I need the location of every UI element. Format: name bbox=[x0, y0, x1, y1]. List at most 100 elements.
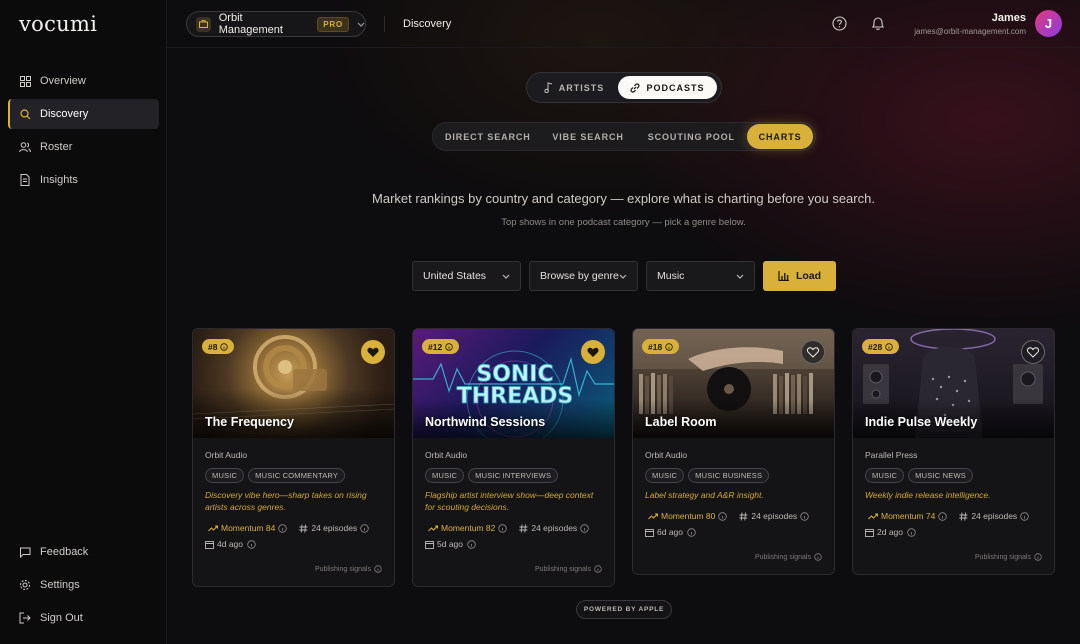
tab-vibe-search[interactable]: VIBE SEARCH bbox=[541, 124, 636, 149]
sidebar-item-feedback[interactable]: Feedback bbox=[8, 537, 159, 567]
sidebar-item-label: Settings bbox=[40, 579, 80, 591]
podcast-card[interactable]: #8 The Frequency Orbit Audio MUSIC MUSIC… bbox=[192, 328, 395, 587]
info-icon[interactable] bbox=[907, 527, 916, 537]
sidebar-item-label: Sign Out bbox=[40, 612, 83, 624]
workspace-switcher[interactable]: Orbit Management PRO bbox=[186, 11, 366, 37]
powered-by-badge: POWERED BY APPLE bbox=[576, 600, 672, 619]
info-icon bbox=[445, 342, 453, 351]
podcast-description: Weekly indie release intelligence. bbox=[865, 490, 991, 500]
sidebar-item-label: Feedback bbox=[40, 546, 89, 558]
info-icon[interactable] bbox=[360, 523, 369, 533]
age-value: 4d ago bbox=[217, 539, 243, 549]
browse-mode-value: Browse by genre bbox=[540, 270, 619, 282]
bell-icon[interactable] bbox=[871, 16, 885, 36]
sidebar-item-insights[interactable]: Insights bbox=[8, 165, 159, 195]
top-bar: Orbit Management PRO Discovery James jam… bbox=[167, 0, 1080, 48]
info-icon[interactable] bbox=[467, 539, 476, 549]
info-icon bbox=[220, 342, 229, 351]
chevron-down-icon bbox=[619, 274, 627, 279]
episodes-value: 24 episodes bbox=[751, 511, 798, 521]
trending-up-icon bbox=[208, 525, 218, 531]
artists-podcasts-toggle: ARTISTS PODCASTS bbox=[526, 72, 722, 103]
episodes-value: 24 episodes bbox=[531, 523, 578, 533]
chat-icon bbox=[19, 546, 31, 558]
podcast-title: Northwind Sessions bbox=[425, 415, 546, 429]
podcast-publisher: Orbit Audio bbox=[425, 450, 468, 460]
country-select[interactable]: United States bbox=[412, 261, 521, 291]
info-icon[interactable] bbox=[278, 523, 288, 533]
podcasts-toggle-label: PODCASTS bbox=[646, 82, 705, 93]
sidebar-item-discovery[interactable]: Discovery bbox=[8, 99, 159, 129]
podcast-publisher: Orbit Audio bbox=[645, 450, 688, 460]
sidebar-item-sign-out[interactable]: Sign Out bbox=[8, 603, 159, 633]
momentum-stat: Momentum 80 bbox=[645, 511, 715, 521]
info-icon bbox=[814, 553, 822, 561]
podcast-card-body: Parallel Press MUSIC MUSIC NEWS Weekly i… bbox=[853, 438, 1054, 537]
genre-select[interactable]: Music bbox=[646, 261, 755, 291]
info-icon[interactable] bbox=[580, 523, 589, 533]
chevron-down-icon bbox=[736, 274, 744, 279]
avatar[interactable]: J bbox=[1035, 10, 1062, 37]
chevron-down-icon bbox=[357, 18, 365, 30]
info-icon[interactable] bbox=[498, 523, 508, 533]
podcast-stats: Momentum 80 24 episodes bbox=[645, 511, 822, 521]
podcast-stats: Momentum 82 24 episodes bbox=[425, 523, 602, 533]
sidebar-item-settings[interactable]: Settings bbox=[8, 570, 159, 600]
grid-icon bbox=[19, 75, 31, 87]
rank-badge: #12 bbox=[422, 339, 460, 354]
tab-charts[interactable]: CHARTS bbox=[747, 124, 813, 149]
load-button[interactable]: Load bbox=[763, 261, 836, 291]
trending-up-icon bbox=[428, 525, 438, 531]
favorite-button[interactable] bbox=[581, 340, 605, 364]
podcast-card[interactable]: SONIC THREADS #12 Northwind Sessions Orb… bbox=[412, 328, 615, 587]
momentum-value: Momentum 82 bbox=[441, 523, 496, 533]
signals-label: Publishing signals bbox=[754, 553, 811, 561]
calendar-icon bbox=[865, 528, 874, 537]
genre-tag: MUSIC NEWS bbox=[908, 468, 973, 483]
favorite-button[interactable] bbox=[801, 340, 825, 364]
podcast-age: 4d ago bbox=[205, 539, 382, 549]
podcasts-toggle-button[interactable]: PODCASTS bbox=[618, 76, 717, 99]
bar-chart-icon bbox=[778, 271, 789, 281]
browse-mode-select[interactable]: Browse by genre bbox=[529, 261, 638, 291]
heart-icon bbox=[587, 347, 599, 357]
music-note-icon bbox=[544, 82, 552, 93]
hash-icon bbox=[959, 511, 968, 521]
info-icon[interactable] bbox=[938, 511, 948, 521]
info-icon[interactable] bbox=[687, 527, 696, 537]
users-icon bbox=[19, 141, 31, 153]
sidebar: vocumi Overview Discovery Roster Insight… bbox=[0, 0, 167, 644]
podcast-card[interactable]: #28 Indie Pulse Weekly Parallel Press MU… bbox=[852, 328, 1055, 575]
tab-direct-search[interactable]: DIRECT SEARCH bbox=[435, 124, 541, 149]
sidebar-item-roster[interactable]: Roster bbox=[8, 132, 159, 162]
favorite-button[interactable] bbox=[361, 340, 385, 364]
sidebar-item-overview[interactable]: Overview bbox=[8, 66, 159, 96]
heart-outline-icon bbox=[1027, 346, 1039, 358]
favorite-button[interactable] bbox=[1021, 340, 1045, 364]
publishing-signals[interactable]: Publishing signals bbox=[975, 553, 1042, 561]
app-logo[interactable]: vocumi bbox=[19, 12, 97, 36]
momentum-value: Momentum 84 bbox=[221, 523, 276, 533]
podcast-card[interactable]: #18 Label Room Orbit Audio MUSIC MUSIC B… bbox=[632, 328, 835, 575]
info-icon[interactable] bbox=[718, 511, 728, 521]
info-icon[interactable] bbox=[247, 539, 256, 549]
artists-toggle-label: ARTISTS bbox=[558, 82, 605, 93]
hash-icon bbox=[299, 523, 308, 533]
tab-scouting-pool[interactable]: SCOUTING POOL bbox=[635, 124, 747, 149]
breadcrumb-divider bbox=[384, 16, 385, 32]
help-icon[interactable] bbox=[832, 16, 847, 36]
publishing-signals[interactable]: Publishing signals bbox=[535, 565, 602, 573]
info-icon bbox=[374, 565, 382, 573]
podcast-age: 2d ago bbox=[865, 527, 1042, 537]
genre-tags: MUSIC MUSIC INTERVIEWS bbox=[425, 468, 602, 483]
artists-toggle-button[interactable]: ARTISTS bbox=[530, 76, 618, 99]
publishing-signals[interactable]: Publishing signals bbox=[755, 553, 822, 561]
info-icon[interactable] bbox=[800, 511, 809, 521]
info-icon bbox=[1034, 553, 1042, 561]
podcast-age: 6d ago bbox=[645, 527, 822, 537]
publishing-signals[interactable]: Publishing signals bbox=[315, 565, 382, 573]
charts-headline: Market rankings by country and category … bbox=[372, 191, 875, 206]
info-icon bbox=[594, 565, 602, 573]
info-icon[interactable] bbox=[1020, 511, 1029, 521]
podcast-title: The Frequency bbox=[205, 415, 294, 429]
